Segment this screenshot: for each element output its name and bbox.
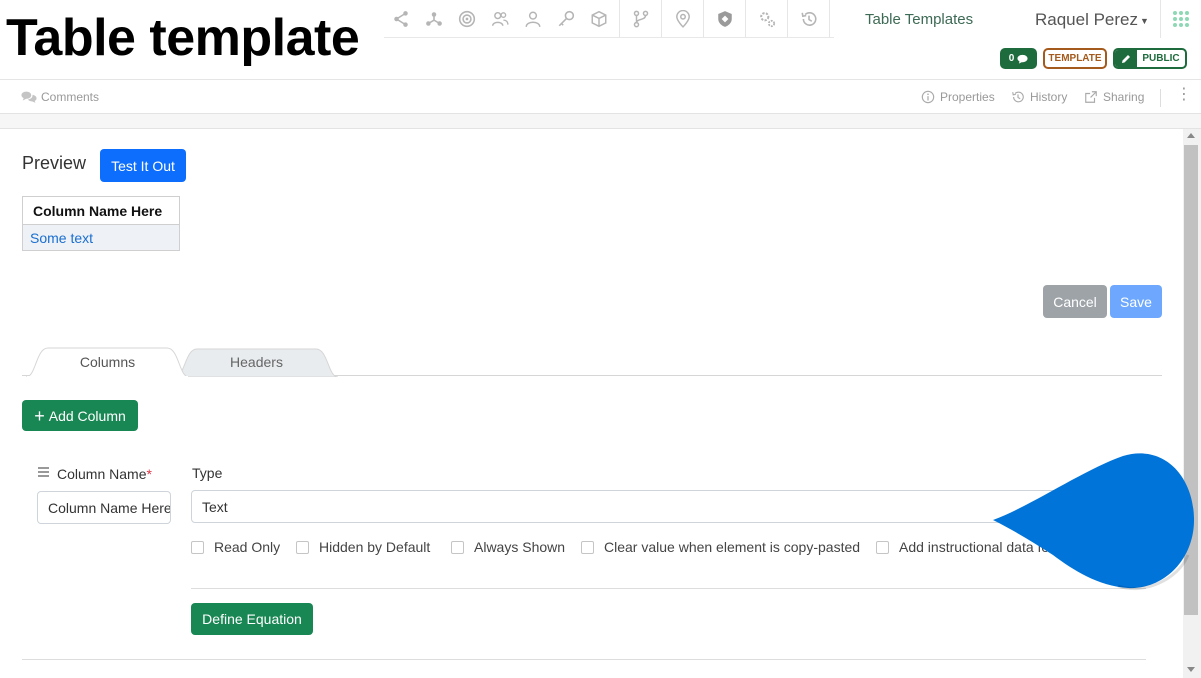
app-icon-strip: [384, 0, 834, 38]
users-icon[interactable]: [483, 0, 516, 38]
history-small-icon: [1012, 91, 1024, 103]
branch-icon[interactable]: [624, 0, 657, 38]
caret-down-icon: ▼: [1140, 15, 1149, 26]
tab-headers[interactable]: Headers: [175, 347, 338, 377]
tab-columns-label: Columns: [79, 354, 136, 370]
checkbox-box[interactable]: [191, 540, 204, 554]
comments-label: Comments: [41, 90, 100, 104]
column-name-label: Column Name*: [57, 466, 152, 482]
tab-columns[interactable]: Columns: [26, 347, 189, 377]
properties-button[interactable]: Properties: [920, 90, 995, 104]
test-it-out-button[interactable]: Test It Out: [100, 149, 186, 182]
checkbox-label: Read Only: [214, 539, 281, 555]
read-only-checkbox[interactable]: Read Only: [191, 539, 280, 555]
preview-heading: Preview: [22, 153, 87, 173]
gear-badge-icon[interactable]: [450, 0, 483, 38]
table-header-cell: Column Name Here: [22, 196, 180, 225]
user-icon[interactable]: [516, 0, 549, 38]
pencil-icon: [1115, 50, 1137, 67]
checkbox-box[interactable]: [581, 540, 594, 554]
more-options-icon[interactable]: ⋮: [1176, 87, 1192, 103]
top-nav: Table template Table Templates Raquel Pe…: [0, 0, 1201, 80]
nav-separator: [661, 0, 662, 38]
sharing-label: Sharing: [1103, 90, 1145, 104]
checkbox-box[interactable]: [876, 540, 889, 554]
apps-grid-icon: [1173, 11, 1189, 27]
always-shown-checkbox[interactable]: Always Shown: [451, 539, 565, 555]
sharing-button[interactable]: Sharing: [1083, 90, 1144, 104]
speech-bubble-icon: [1017, 54, 1028, 64]
clear-on-copy-checkbox[interactable]: Clear value when element is copy-pasted: [581, 539, 860, 555]
toolbar-separator: [1160, 89, 1161, 107]
public-badge[interactable]: PUBLIC: [1113, 48, 1187, 69]
add-column-button[interactable]: + Add Column: [22, 400, 138, 431]
save-button[interactable]: Save: [1110, 285, 1162, 318]
key-icon[interactable]: [549, 0, 582, 38]
checkbox-box[interactable]: [451, 540, 464, 554]
content-top-band: [0, 114, 1201, 129]
tab-headers-label: Headers: [230, 354, 283, 370]
comments-icon: [21, 91, 37, 103]
info-icon: [921, 90, 935, 104]
properties-label: Properties: [940, 90, 995, 104]
network-icon[interactable]: [417, 0, 450, 38]
vertical-scrollbar[interactable]: [1183, 129, 1201, 678]
template-badge: TEMPLATE: [1043, 48, 1107, 69]
checkbox-box[interactable]: [296, 540, 309, 554]
nav-separator: [619, 0, 620, 38]
table-cell[interactable]: Some text: [22, 224, 180, 251]
history-button[interactable]: History: [1010, 90, 1067, 104]
share-out-icon: [1085, 91, 1097, 103]
cancel-button[interactable]: Cancel: [1043, 285, 1107, 318]
drag-handle-icon[interactable]: [38, 467, 49, 479]
required-mark: *: [146, 466, 152, 482]
table-header-row: Column Name Here: [22, 196, 180, 225]
scroll-down-icon[interactable]: [1187, 667, 1195, 672]
nav-separator: [745, 0, 746, 38]
main-content: Preview Test It Out Column Name Here Som…: [0, 129, 1183, 678]
checkbox-label: Clear value when element is copy-pasted: [604, 539, 861, 555]
plus-icon: +: [34, 405, 45, 426]
shield-icon[interactable]: [708, 0, 741, 38]
user-menu[interactable]: Raquel Perez ▼: [1035, 10, 1149, 30]
page-title: Table template: [6, 9, 360, 67]
table-templates-link[interactable]: Table Templates: [865, 11, 973, 28]
scroll-up-icon[interactable]: [1187, 133, 1195, 138]
nav-separator: [787, 0, 788, 38]
history-icon[interactable]: [792, 0, 825, 38]
cube-icon[interactable]: [582, 0, 615, 38]
map-pin-icon[interactable]: [666, 0, 699, 38]
status-badges: 0 TEMPLATE PUBLIC: [1000, 48, 1187, 69]
table-row: Some text: [22, 224, 180, 251]
share-icon[interactable]: [384, 0, 417, 38]
comments-button[interactable]: Comments: [21, 90, 99, 104]
nav-separator: [703, 0, 704, 38]
settings-icon[interactable]: [750, 0, 783, 38]
apps-launcher[interactable]: [1160, 0, 1201, 38]
column-editor: Column Name* Column Name Here Type Text …: [22, 444, 1146, 660]
checkbox-label: Always Shown: [474, 539, 566, 555]
nav-separator: [829, 0, 830, 38]
cursor-drop-icon: [993, 453, 1195, 591]
add-column-label: Add Column: [48, 407, 126, 424]
column-name-input[interactable]: Column Name Here: [37, 491, 171, 524]
checkbox-label: Hidden by Default: [319, 539, 431, 555]
hidden-by-default-checkbox[interactable]: Hidden by Default: [296, 539, 430, 555]
preview-table: Column Name Here Some text: [22, 196, 180, 251]
user-name: Raquel Perez: [1035, 10, 1139, 29]
type-label: Type: [192, 465, 223, 481]
history-label: History: [1030, 90, 1068, 104]
comment-count: 0: [1008, 53, 1015, 64]
public-label: PUBLIC: [1142, 53, 1180, 64]
document-toolbar: Comments Properties History Sharing ⋮: [0, 81, 1201, 114]
define-equation-button[interactable]: Define Equation: [191, 603, 313, 635]
editor-tabs: Headers Columns: [22, 344, 1162, 377]
comment-count-badge[interactable]: 0: [1000, 48, 1037, 69]
